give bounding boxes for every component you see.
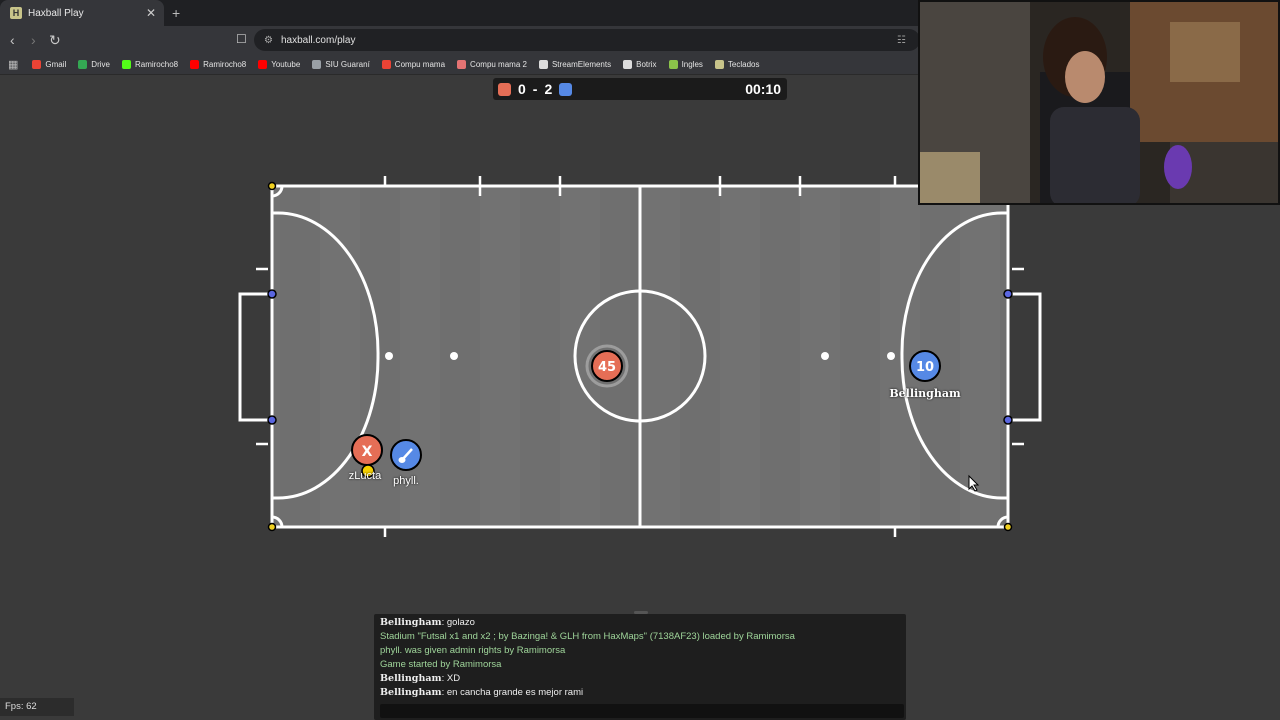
blue-score: 2	[544, 81, 553, 97]
chat-text: en cancha grande es mejor rami	[446, 687, 584, 698]
player-name-zlucta: zLucta	[348, 470, 382, 482]
webcam-overlay	[918, 0, 1280, 205]
red-score: 0	[518, 81, 526, 97]
player-avatar: 10	[916, 360, 934, 375]
player-avatar: 45	[598, 360, 616, 375]
chat-log: Bellingham: golazo Stadium "Futsal x1 and…	[380, 616, 900, 700]
chat-message: Bellingham: golazo	[380, 617, 475, 628]
player-blue-10[interactable]: 10	[909, 350, 941, 382]
blue-team-chip	[559, 82, 573, 96]
scoreboard: 0 - 2 00:10	[493, 78, 787, 100]
chat-author: Bellingham	[380, 687, 442, 698]
chat-message: Bellingham: en cancha grande es mejor ra…	[380, 687, 584, 698]
player-blue-phyll[interactable]	[390, 439, 422, 471]
score-separator: -	[532, 81, 538, 97]
red-team-chip	[498, 82, 511, 96]
chat-message: Stadium "Futsal x1 and x2 ; by Bazinga! …	[380, 631, 795, 642]
chat-input[interactable]	[380, 704, 904, 718]
chat-author: Bellingham	[380, 673, 442, 684]
chat-message: phyll. was given admin rights by Ramimor…	[380, 645, 566, 656]
player-name-phyll: phyll.	[393, 475, 419, 487]
match-timer: 00:10	[745, 81, 781, 97]
chat-message: Game started by Ramimorsa	[380, 659, 502, 670]
chat-message: Bellingham: XD	[380, 673, 461, 684]
player-red-45[interactable]: 45	[585, 344, 629, 388]
player-red-x[interactable]: X	[351, 434, 383, 466]
chat-panel: Bellingham: golazo Stadium "Futsal x1 and…	[374, 611, 906, 720]
player-name-bellingham: Bellingham	[889, 387, 961, 400]
chat-author: Bellingham	[380, 617, 442, 628]
fps-counter: Fps: 62	[0, 698, 74, 716]
right-goal	[1008, 292, 1042, 422]
chat-text: XD	[446, 673, 461, 684]
left-goal	[238, 292, 272, 422]
player-avatar: X	[362, 444, 373, 460]
webcam-image	[920, 2, 1278, 203]
chat-text: golazo	[446, 617, 475, 628]
chat-resize-handle[interactable]	[634, 611, 648, 614]
